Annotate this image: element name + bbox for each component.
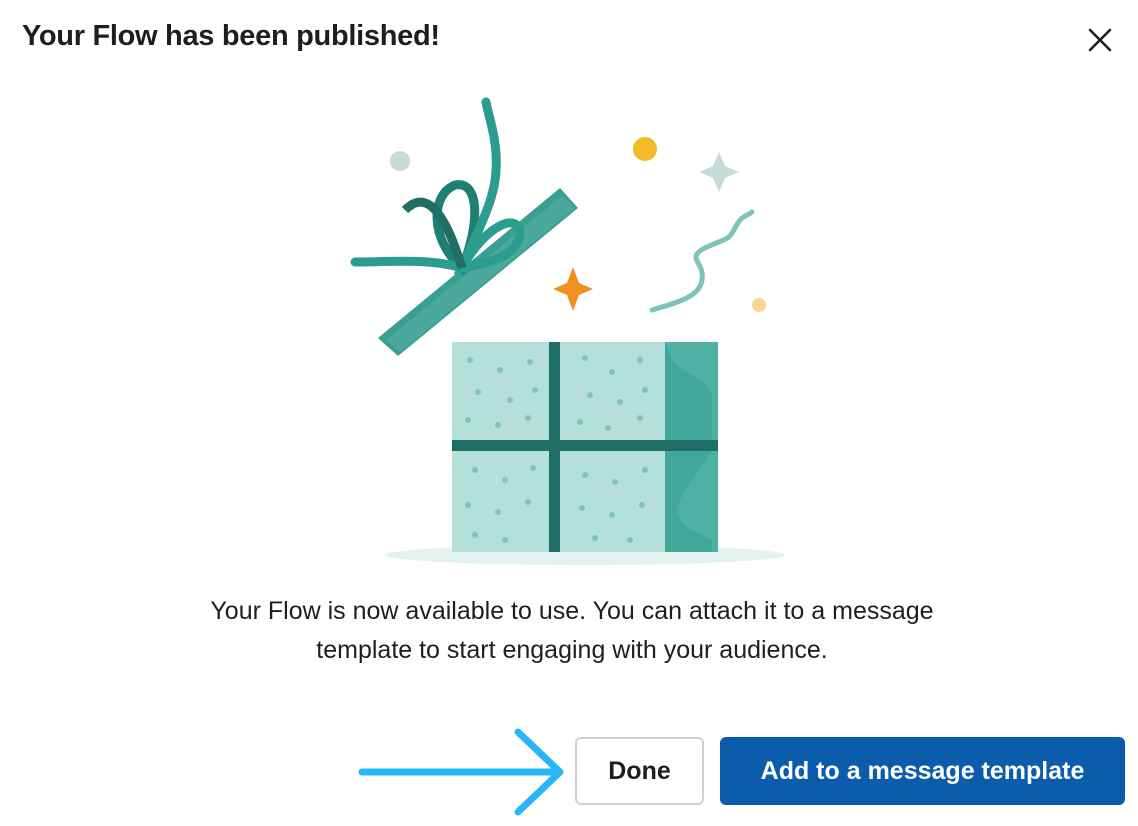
annotation-arrow	[358, 728, 564, 816]
confetti-dot	[390, 151, 410, 171]
close-button[interactable]	[1080, 20, 1120, 60]
dialog-message: Your Flow is now available to use. You c…	[210, 597, 934, 664]
gift-box	[452, 342, 718, 552]
sparkle-icon	[553, 267, 593, 311]
confetti-squiggle	[649, 209, 755, 313]
gift-box-illustration	[350, 97, 785, 565]
sparkle-icon	[699, 152, 739, 192]
close-icon	[1088, 28, 1112, 52]
confetti-dot	[633, 137, 657, 161]
add-to-message-template-button[interactable]: Add to a message template	[720, 737, 1125, 805]
dialog-title: Your Flow has been published!	[22, 20, 440, 52]
publish-dialog: Your Flow has been published! Your Flow …	[0, 0, 1138, 826]
done-button[interactable]: Done	[575, 737, 704, 805]
gift-lid	[350, 97, 578, 356]
confetti-dot	[752, 298, 766, 312]
